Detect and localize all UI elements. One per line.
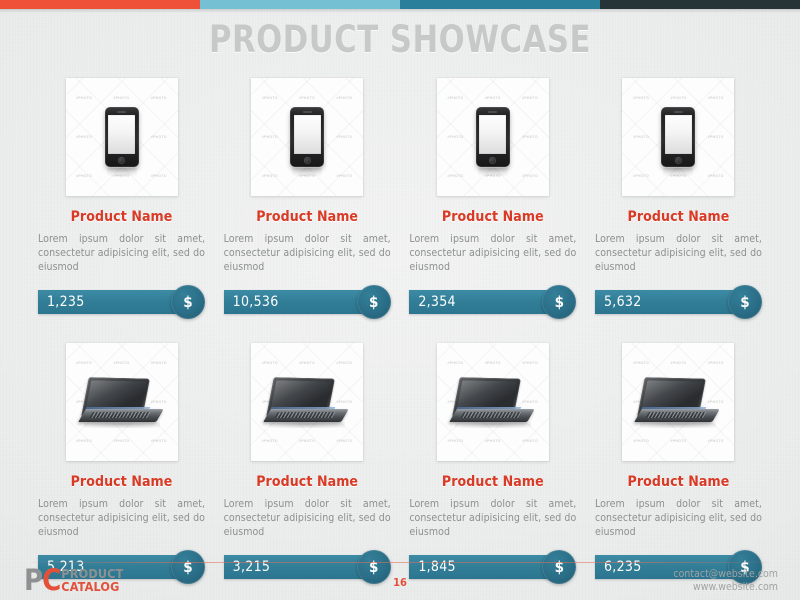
product-grid: #PHOTO #PHOTO #PHOTO #PHOTO #PHOTO #PHOTO #P… xyxy=(38,78,762,584)
product-image-smartphone: #PHOTO #PHOTO #PHOTO #PHOTO #PHOTO #PHOTO #P… xyxy=(622,78,735,196)
smartphone-icon xyxy=(622,78,734,196)
product-image-smartphone: #PHOTO #PHOTO #PHOTO #PHOTO #PHOTO #PHOTO #P… xyxy=(251,78,364,196)
laptop-icon xyxy=(66,343,178,461)
contact-website[interactable]: www.website.com xyxy=(673,581,778,594)
product-card[interactable]: #PHOTO #PHOTO #PHOTO #PHOTO #PHOTO #PHOTO #P… xyxy=(223,343,391,584)
price-value: 1,235 xyxy=(47,294,85,310)
product-description: Lorem ipsum dolor sit amet, consectetur … xyxy=(38,498,205,538)
product-name: Product Name xyxy=(256,474,359,490)
topbar-segment-teal xyxy=(400,0,600,9)
page-title: PRODUCT SHOWCASE xyxy=(209,18,591,61)
product-name: Product Name xyxy=(70,474,173,490)
topbar-segment-dark-slate xyxy=(600,0,800,9)
price-row: 10,536 $ xyxy=(223,285,391,319)
product-name: Product Name xyxy=(256,209,359,225)
slide-product-showcase: PRODUCT SHOWCASE #PHOTO #PHOTO #PHOTO #PHO… xyxy=(0,0,800,600)
smartphone-icon xyxy=(437,78,549,196)
product-card[interactable]: #PHOTO #PHOTO #PHOTO #PHOTO #PHOTO #PHOTO #P… xyxy=(409,78,577,319)
product-card[interactable]: #PHOTO #PHOTO #PHOTO #PHOTO #PHOTO #PHOTO #P… xyxy=(409,343,577,584)
price-bar[interactable]: 10,536 xyxy=(223,290,364,314)
product-description: Lorem ipsum dolor sit amet, consectetur … xyxy=(409,233,577,273)
smartphone-icon xyxy=(251,78,363,196)
laptop-icon xyxy=(437,343,549,461)
product-image-smartphone: #PHOTO #PHOTO #PHOTO #PHOTO #PHOTO #PHOTO #P… xyxy=(65,78,178,196)
product-name: Product Name xyxy=(70,209,173,225)
product-description: Lorem ipsum dolor sit amet, consectetur … xyxy=(409,498,577,538)
price-bar[interactable]: 5,632 xyxy=(594,290,735,314)
footer: P C PRODUCT CATALOG 16 contact@website.c… xyxy=(0,563,800,600)
product-card[interactable]: #PHOTO #PHOTO #PHOTO #PHOTO #PHOTO #PHOTO #P… xyxy=(38,78,205,319)
product-card[interactable]: #PHOTO #PHOTO #PHOTO #PHOTO #PHOTO #PHOTO #P… xyxy=(594,343,762,584)
topbar-segment-red xyxy=(0,0,200,9)
product-description: Lorem ipsum dolor sit amet, consectetur … xyxy=(38,233,205,273)
product-row-2: #PHOTO #PHOTO #PHOTO #PHOTO #PHOTO #PHOTO #P… xyxy=(38,343,762,584)
dollar-icon[interactable]: $ xyxy=(542,285,577,319)
product-description: Lorem ipsum dolor sit amet, consectetur … xyxy=(223,498,391,538)
product-image-laptop: #PHOTO #PHOTO #PHOTO #PHOTO #PHOTO #PHOTO #P… xyxy=(436,343,549,461)
price-bar[interactable]: 1,235 xyxy=(38,290,178,314)
product-name: Product Name xyxy=(627,209,730,225)
price-row: 1,235 $ xyxy=(38,285,205,319)
product-name: Product Name xyxy=(441,474,544,490)
product-description: Lorem ipsum dolor sit amet, consectetur … xyxy=(594,498,762,538)
price-value: 5,632 xyxy=(603,294,642,310)
price-row: 5,632 $ xyxy=(594,285,762,319)
product-description: Lorem ipsum dolor sit amet, consectetur … xyxy=(223,233,391,273)
price-row: 2,354 $ xyxy=(409,285,577,319)
topbar-segment-light-blue xyxy=(200,0,400,9)
price-value: 2,354 xyxy=(418,294,456,310)
product-card[interactable]: #PHOTO #PHOTO #PHOTO #PHOTO #PHOTO #PHOTO #P… xyxy=(223,78,391,319)
price-value: 10,536 xyxy=(232,294,279,310)
laptop-icon xyxy=(251,343,363,461)
product-description: Lorem ipsum dolor sit amet, consectetur … xyxy=(594,233,762,273)
contact-email[interactable]: contact@website.com xyxy=(673,568,778,581)
product-name: Product Name xyxy=(627,474,730,490)
topbar-shadow xyxy=(0,9,800,13)
product-row-1: #PHOTO #PHOTO #PHOTO #PHOTO #PHOTO #PHOTO #P… xyxy=(38,78,762,319)
dollar-icon[interactable]: $ xyxy=(356,285,391,319)
product-image-laptop: #PHOTO #PHOTO #PHOTO #PHOTO #PHOTO #PHOTO #P… xyxy=(622,343,735,461)
price-bar[interactable]: 2,354 xyxy=(409,290,550,314)
product-image-laptop: #PHOTO #PHOTO #PHOTO #PHOTO #PHOTO #PHOTO #P… xyxy=(251,343,364,461)
top-color-bar xyxy=(0,0,800,9)
contact-info: contact@website.com www.website.com xyxy=(673,568,778,594)
product-image-laptop: #PHOTO #PHOTO #PHOTO #PHOTO #PHOTO #PHOTO #P… xyxy=(65,343,178,461)
product-card[interactable]: #PHOTO #PHOTO #PHOTO #PHOTO #PHOTO #PHOTO #P… xyxy=(594,78,762,319)
dollar-icon[interactable]: $ xyxy=(171,285,205,319)
smartphone-icon xyxy=(66,78,178,196)
product-card[interactable]: #PHOTO #PHOTO #PHOTO #PHOTO #PHOTO #PHOTO #P… xyxy=(38,343,205,584)
product-name: Product Name xyxy=(441,209,544,225)
laptop-icon xyxy=(622,343,734,461)
dollar-icon[interactable]: $ xyxy=(727,285,762,319)
product-image-smartphone: #PHOTO #PHOTO #PHOTO #PHOTO #PHOTO #PHOTO #P… xyxy=(436,78,549,196)
